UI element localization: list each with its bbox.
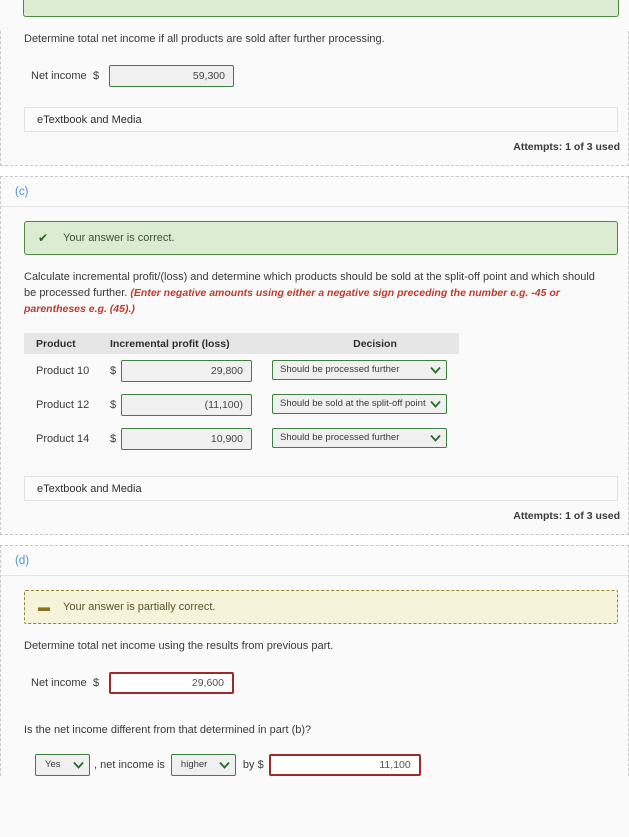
attempts-label-c: Attempts: 1 of 3 used bbox=[513, 510, 620, 522]
dash-icon: ▬ bbox=[38, 600, 50, 614]
part-d-letter: (d) bbox=[15, 554, 30, 567]
part-c-letter: (c) bbox=[15, 185, 29, 198]
column-header-incremental-profit: Incremental profit (loss) bbox=[110, 337, 230, 350]
chevron-down-icon bbox=[73, 755, 84, 775]
incremental-profit-input-product-10[interactable] bbox=[121, 360, 252, 382]
part-c-section: (c) ✔ Your answer is correct. Calculate … bbox=[0, 176, 629, 535]
part-d-section: (d) ▬ Your answer is partially correct. … bbox=[0, 545, 629, 776]
comparison-direction-value: higher bbox=[180, 759, 208, 770]
part-d-comparison-row: Yes , net income is higher by $ bbox=[35, 754, 628, 776]
chevron-down-icon bbox=[430, 395, 441, 413]
inline-text-by-dollar: by $ bbox=[242, 759, 264, 771]
column-header-decision: Decision bbox=[353, 337, 397, 350]
row-label-product-14: Product 14 bbox=[36, 433, 90, 445]
inline-text-net-income-is: , net income is bbox=[94, 759, 165, 771]
incremental-profit-cell-0 bbox=[121, 360, 272, 382]
decision-select-value-1: Should be sold at the split-off point bbox=[280, 397, 426, 409]
part-b-prompt: Determine total net income if all produc… bbox=[24, 33, 385, 45]
difference-amount-input[interactable] bbox=[268, 754, 421, 776]
part-d-question: Is the net income different from that de… bbox=[24, 724, 312, 736]
net-income-input-b[interactable] bbox=[109, 65, 234, 87]
net-income-label: Net income bbox=[31, 70, 87, 82]
part-b-tail-section: Determine total net income if all produc… bbox=[0, 31, 629, 166]
comparison-direction-select[interactable]: higher bbox=[170, 754, 236, 776]
part-c-header: (c) bbox=[1, 177, 628, 207]
decision-select-product-14[interactable]: Should be processed further bbox=[272, 427, 447, 448]
currency-symbol: $ bbox=[93, 677, 100, 689]
part-d-net-income-row: Net income $ bbox=[31, 672, 628, 694]
decision-select-product-12[interactable]: Should be sold at the split-off point bbox=[272, 393, 447, 414]
decision-select-value-0: Should be processed further bbox=[280, 363, 400, 375]
table-row: Product 12 $ Should be sold at the split… bbox=[24, 388, 459, 422]
assignment-page: Your answer is correct. Determine total … bbox=[0, 0, 629, 837]
incremental-profit-cell-1 bbox=[121, 394, 272, 416]
part-d-header: (d) bbox=[1, 546, 628, 576]
etextbook-and-media-c[interactable]: eTextbook and Media bbox=[24, 476, 618, 501]
net-income-label: Net income bbox=[31, 677, 87, 689]
clipped-alert-text: Your answer is correct. bbox=[55, 0, 166, 3]
etextbook-and-media-b[interactable]: eTextbook and Media bbox=[24, 107, 618, 132]
part-c-prompt-line2: processed further. bbox=[39, 287, 131, 299]
part-d-alert-text: Your answer is partially correct. bbox=[63, 601, 216, 613]
currency-symbol: $ bbox=[110, 365, 117, 377]
table-row: Product 14 $ Should be processed further bbox=[24, 422, 459, 456]
chevron-down-icon bbox=[430, 429, 441, 447]
incremental-profit-input-product-12[interactable] bbox=[121, 394, 252, 416]
currency-symbol: $ bbox=[93, 70, 100, 82]
part-c-alert-text: Your answer is correct. bbox=[63, 232, 175, 244]
incremental-profit-table: Product Incremental profit (loss) Decisi… bbox=[24, 333, 459, 456]
currency-symbol: $ bbox=[110, 399, 117, 411]
part-d-partial-alert: ▬ Your answer is partially correct. bbox=[24, 590, 618, 624]
net-income-input-d[interactable] bbox=[109, 672, 234, 694]
incremental-profit-cell-2 bbox=[121, 428, 272, 450]
different-answer-select[interactable]: Yes bbox=[35, 754, 90, 776]
attempts-label-b: Attempts: 1 of 3 used bbox=[513, 141, 620, 153]
decision-cell-1: Should be sold at the split-off point bbox=[272, 393, 452, 417]
chevron-down-icon bbox=[430, 361, 441, 379]
row-label-product-10: Product 10 bbox=[36, 365, 90, 377]
different-answer-value: Yes bbox=[45, 759, 61, 770]
decision-cell-0: Should be processed further bbox=[272, 359, 452, 383]
chevron-down-icon bbox=[219, 755, 230, 775]
part-d-prompt: Determine total net income using the res… bbox=[24, 640, 334, 652]
part-b-net-income-row: Net income $ bbox=[31, 65, 628, 87]
section-gap-1 bbox=[0, 166, 629, 176]
clipped-success-alert: Your answer is correct. bbox=[23, 0, 619, 17]
decision-select-value-2: Should be processed further bbox=[280, 431, 400, 443]
column-header-product: Product bbox=[36, 337, 76, 350]
decision-select-product-10[interactable]: Should be processed further bbox=[272, 359, 447, 380]
table-header-row: Product Incremental profit (loss) Decisi… bbox=[24, 333, 459, 354]
decision-cell-2: Should be processed further bbox=[272, 427, 452, 451]
part-c-prompt: Calculate incremental profit/(loss) and … bbox=[24, 269, 610, 317]
part-c-success-alert: ✔ Your answer is correct. bbox=[24, 221, 618, 255]
section-gap-2 bbox=[0, 535, 629, 545]
table-row: Product 10 $ Should be processed further bbox=[24, 354, 459, 388]
row-label-product-12: Product 12 bbox=[36, 399, 90, 411]
currency-symbol: $ bbox=[110, 433, 117, 445]
check-icon: ✔ bbox=[38, 231, 49, 245]
incremental-profit-input-product-14[interactable] bbox=[121, 428, 252, 450]
